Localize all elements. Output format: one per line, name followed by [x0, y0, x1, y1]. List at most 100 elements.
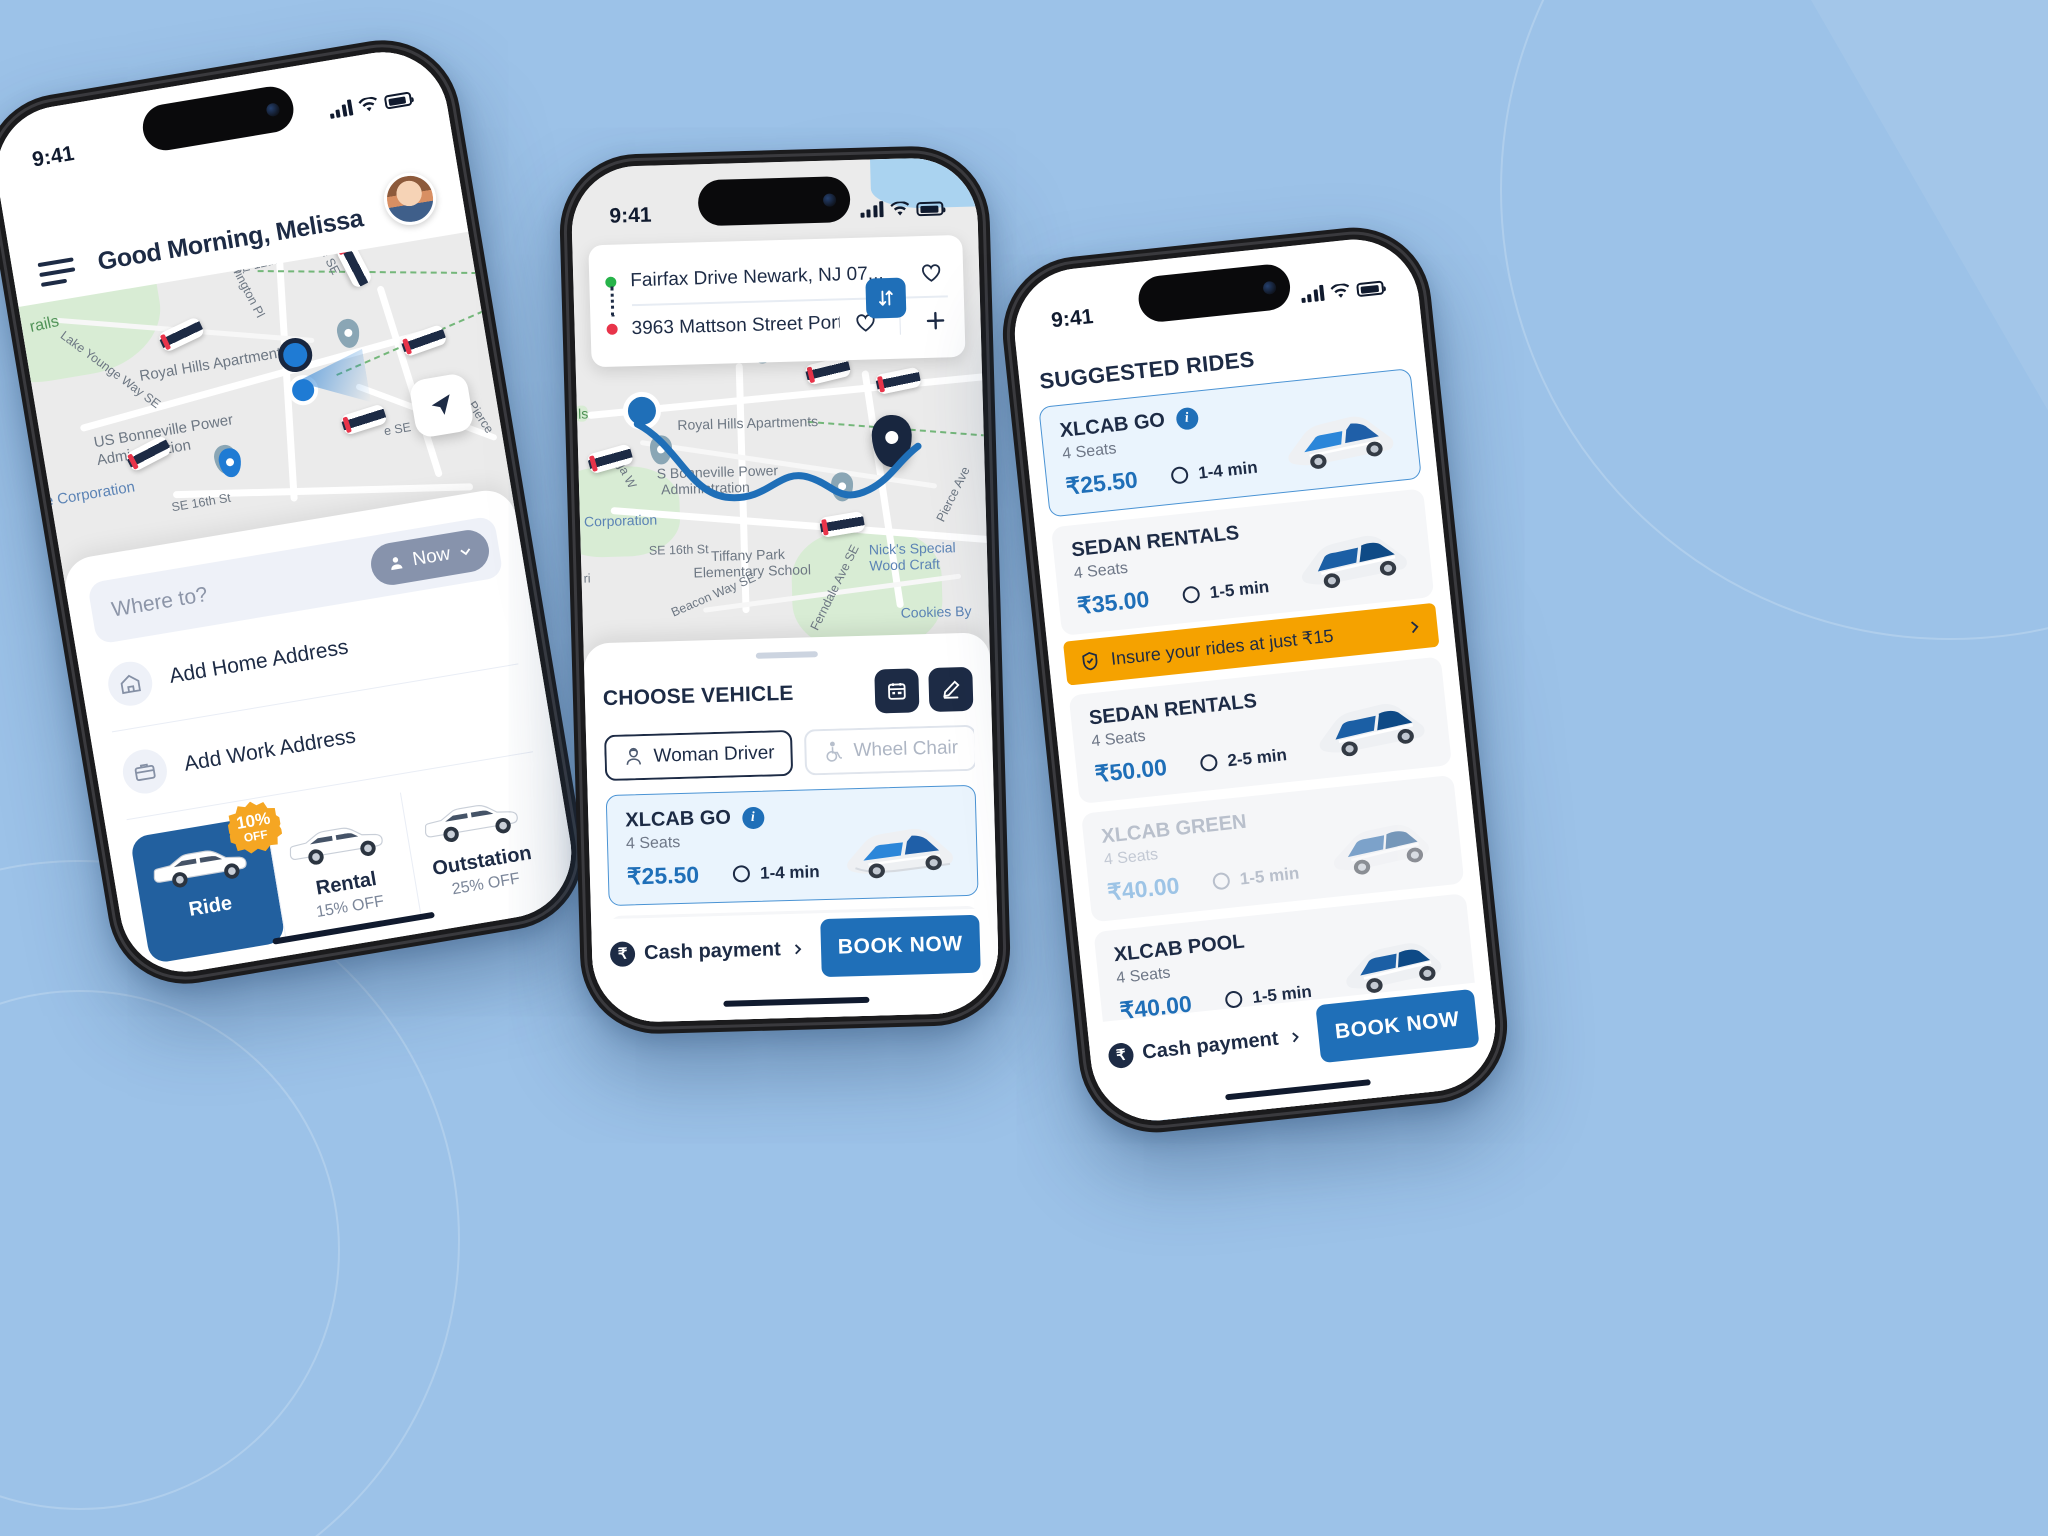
front-camera-icon	[265, 101, 281, 117]
heart-icon[interactable]	[919, 260, 944, 285]
cash-payment-button[interactable]: ₹ Cash payment	[1107, 1024, 1303, 1069]
map-taxi-marker	[157, 316, 206, 354]
chevron-down-icon	[460, 547, 471, 555]
sedan-car-icon	[425, 805, 519, 843]
wheelchair-icon	[826, 741, 843, 762]
service-outstation[interactable]: Outstation 25% OFF	[400, 769, 558, 919]
book-now-button[interactable]: BOOK NOW	[819, 914, 981, 978]
insurance-left: Insure your rides at just ₹15	[1078, 625, 1334, 674]
info-icon[interactable]: i	[741, 806, 765, 829]
cellular-signal-icon	[859, 201, 884, 218]
vehicle-name: XLCAB GO	[625, 806, 732, 832]
schedule-ride-button[interactable]	[874, 668, 920, 714]
filter-woman-driver[interactable]: Woman Driver	[603, 729, 794, 782]
shield-icon	[1082, 651, 1098, 671]
map-work-pin	[216, 446, 244, 479]
sheet-grabber[interactable]	[755, 651, 818, 659]
front-camera-icon	[1262, 280, 1277, 295]
phone3-screen: SUGGESTED RIDES XLCAB GO i 4 Seats ₹25.5…	[1008, 233, 1502, 1127]
chevron-right-icon	[794, 943, 802, 954]
map-taxi-marker	[399, 323, 448, 358]
vehicle-image-hatchback	[1333, 824, 1429, 875]
vehicle-radio[interactable]	[732, 865, 751, 883]
vehicle-radio[interactable]	[1224, 990, 1244, 1009]
locate-me-button[interactable]	[408, 372, 475, 439]
vehicle-radio[interactable]	[1199, 753, 1219, 773]
vehicle-radio	[1212, 871, 1231, 891]
vehicle-price: ₹25.50	[1064, 466, 1139, 500]
rupee-icon: ₹	[609, 940, 636, 967]
route-address-card: Fairfax Drive Newark, NJ 07... 3963 Matt…	[588, 234, 966, 367]
vehicle-radio[interactable]	[1170, 465, 1190, 485]
filter-wheel-chair-label: Wheel Chair	[853, 737, 959, 762]
map-place-pin	[335, 317, 362, 350]
navigate-arrow-icon	[431, 394, 450, 415]
choose-vehicle-title: CHOOSE VEHICLE	[602, 681, 794, 711]
vehicle-card[interactable]: XLCAB GO i 4 Seats ₹25.50 1-4 min	[605, 784, 979, 907]
status-indicators	[1300, 278, 1385, 304]
pencil-icon	[943, 680, 960, 699]
vehicle-eta-text: 1-4 min	[1197, 457, 1259, 483]
hamburger-icon[interactable]	[37, 257, 77, 287]
vehicle-image-sedan	[846, 828, 953, 879]
calendar-icon	[888, 682, 906, 700]
status-time: 9:41	[30, 141, 76, 172]
vehicle-eta-text: 1-5 min	[1208, 576, 1270, 602]
briefcase-icon	[119, 746, 171, 797]
wifi-icon	[1330, 283, 1350, 298]
dropoff-address-text: 3963 Mattson Street Portland...	[631, 311, 840, 339]
phone-suggested-rides-screen: SUGGESTED RIDES XLCAB GO i 4 Seats ₹25.5…	[995, 219, 1515, 1141]
phone1-screen: rails SE 12th St Harrington Pl Ave SE La…	[0, 42, 582, 982]
insurance-label: Insure your rides at just ₹15	[1109, 625, 1335, 669]
avatar[interactable]	[380, 168, 440, 229]
schedule-now-pill[interactable]: Now	[367, 526, 493, 589]
vehicle-eta-text: 2-5 min	[1226, 744, 1288, 770]
plus-icon[interactable]	[922, 307, 949, 334]
cash-payment-button[interactable]: ₹ Cash payment	[609, 936, 805, 967]
phone-choose-vehicle-screen: SE 8th Pl ils nga W Royal Hills Apartmen…	[557, 144, 1013, 1036]
chevron-right-icon	[1410, 621, 1419, 634]
invest-illustration	[443, 942, 553, 982]
pickup-dot-icon	[605, 276, 617, 288]
map-trail	[257, 270, 488, 275]
wifi-icon	[358, 96, 377, 112]
status-indicators	[328, 89, 413, 119]
discount-label: OFF	[242, 826, 269, 845]
person-icon	[391, 557, 403, 571]
vehicle-eta: 1-5 min	[1182, 577, 1270, 606]
book-now-button[interactable]: BOOK NOW	[1315, 988, 1480, 1064]
route-polyline	[633, 420, 922, 502]
battery-icon	[1356, 280, 1385, 298]
vehicle-image-sedan	[1288, 416, 1393, 469]
vehicle-eta: 1-4 min	[1170, 457, 1258, 486]
home-icon	[104, 658, 156, 710]
status-indicators	[859, 199, 944, 218]
where-to-placeholder: Where to?	[109, 582, 210, 622]
vehicle-eta-text: 1-4 min	[759, 861, 820, 883]
vehicle-eta: 1-5 min	[1212, 863, 1300, 892]
battery-icon	[916, 201, 944, 217]
map-label: ri	[583, 571, 591, 586]
vehicle-image-sedan-dark	[1319, 704, 1425, 757]
swap-addresses-button[interactable]	[865, 277, 907, 319]
edit-ride-button[interactable]	[928, 666, 974, 713]
sedan-car-icon	[289, 827, 383, 865]
dynamic-island	[697, 176, 851, 227]
now-label: Now	[410, 543, 452, 571]
map-label: e SE	[382, 420, 412, 439]
filter-wheel-chair[interactable]: Wheel Chair	[803, 724, 976, 776]
status-time: 9:41	[1050, 304, 1095, 333]
cash-payment-label: Cash payment	[643, 937, 782, 964]
map-label: e Corporation	[43, 478, 137, 511]
info-icon[interactable]: i	[1174, 406, 1199, 431]
service-ride[interactable]: 10% OFF Ride	[129, 815, 286, 965]
map-taxi-marker	[339, 403, 388, 436]
map-label: Cookies By	[900, 602, 972, 621]
vehicle-price: ₹50.00	[1093, 753, 1169, 788]
vehicle-radio[interactable]	[1182, 585, 1201, 605]
cellular-signal-icon	[328, 99, 354, 119]
choose-vehicle-header: CHOOSE VEHICLE	[602, 666, 974, 721]
vehicle-price: ₹35.00	[1075, 585, 1151, 620]
vehicle-eta: 1-4 min	[732, 861, 820, 884]
vehicle-image-sedan-dark	[1301, 535, 1407, 589]
